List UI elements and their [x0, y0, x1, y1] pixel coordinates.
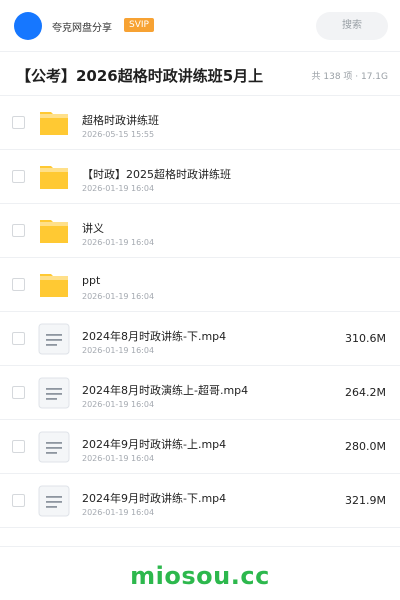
item-name: 2024年9月时政讲练-下.mp4	[82, 492, 227, 505]
folder-icon	[38, 107, 70, 139]
username: 夸克网盘分享	[52, 23, 112, 34]
file-row[interactable]: 2024年9月时政讲练-下.mp4 2026-01-19 16:04 321.9M	[0, 474, 400, 528]
item-date: 2026-01-19 16:04	[82, 184, 155, 193]
select-checkbox[interactable]	[12, 224, 25, 237]
item-summary: 共 138 项 · 17.1G	[311, 72, 389, 82]
footer-divider	[0, 546, 400, 547]
item-name: 2024年8月时政讲练-下.mp4	[82, 330, 227, 343]
item-size: 280.0M	[345, 440, 386, 453]
search-button[interactable]: 搜索	[316, 12, 388, 40]
item-date: 2026-01-19 16:04	[82, 508, 155, 517]
top-header: 夸克网盘分享 SVIP 搜索	[0, 0, 400, 52]
folder-icon	[38, 161, 70, 193]
video-file-icon	[38, 431, 70, 463]
item-size: 264.2M	[345, 386, 386, 399]
file-row[interactable]: 2024年8月时政演练上-超哥.mp4 2026-01-19 16:04 264.2…	[0, 366, 400, 420]
page-title: 【公考】2026超格时政讲练班5月上	[16, 67, 264, 85]
watermark: miosou.cc	[130, 562, 270, 590]
video-file-icon	[38, 485, 70, 517]
item-name: ppt	[82, 274, 101, 287]
select-checkbox[interactable]	[12, 278, 25, 291]
title-bar: 【公考】2026超格时政讲练班5月上 共 138 项 · 17.1G	[0, 52, 400, 96]
item-size: 321.9M	[345, 494, 386, 507]
item-date: 2026-01-19 16:04	[82, 400, 155, 409]
select-checkbox[interactable]	[12, 170, 25, 183]
select-checkbox[interactable]	[12, 440, 25, 453]
folder-icon	[38, 269, 70, 301]
select-checkbox[interactable]	[12, 116, 25, 129]
folder-row[interactable]: ppt 2026-01-19 16:04	[0, 258, 400, 312]
file-list: 超格时政讲练班 2026-05-15 15:55 【时政】2025超格时政讲练班 20…	[0, 96, 400, 528]
folder-row[interactable]: 讲义 2026-01-19 16:04	[0, 204, 400, 258]
file-row[interactable]: 2024年9月时政讲练-上.mp4 2026-01-19 16:04 280.0M	[0, 420, 400, 474]
video-file-icon	[38, 377, 70, 409]
item-name: 讲义	[82, 222, 104, 235]
folder-row[interactable]: 超格时政讲练班 2026-05-15 15:55	[0, 96, 400, 150]
avatar[interactable]	[14, 12, 42, 40]
video-file-icon	[38, 323, 70, 355]
item-name: 2024年9月时政讲练-上.mp4	[82, 438, 227, 451]
file-row[interactable]: 2024年8月时政讲练-下.mp4 2026-01-19 16:04 310.6M	[0, 312, 400, 366]
item-name: 2024年8月时政演练上-超哥.mp4	[82, 384, 249, 397]
item-date: 2026-01-19 16:04	[82, 238, 155, 247]
select-checkbox[interactable]	[12, 386, 25, 399]
select-checkbox[interactable]	[12, 332, 25, 345]
folder-icon	[38, 215, 70, 247]
select-checkbox[interactable]	[12, 494, 25, 507]
item-size: 310.6M	[345, 332, 386, 345]
item-date: 2026-01-19 16:04	[82, 346, 155, 355]
item-name: 超格时政讲练班	[82, 114, 159, 127]
folder-row[interactable]: 【时政】2025超格时政讲练班 2026-01-19 16:04	[0, 150, 400, 204]
item-date: 2026-05-15 15:55	[82, 130, 155, 139]
item-date: 2026-01-19 16:04	[82, 292, 155, 301]
svip-badge: SVIP	[124, 18, 154, 32]
item-name: 【时政】2025超格时政讲练班	[82, 168, 231, 181]
item-date: 2026-01-19 16:04	[82, 454, 155, 463]
